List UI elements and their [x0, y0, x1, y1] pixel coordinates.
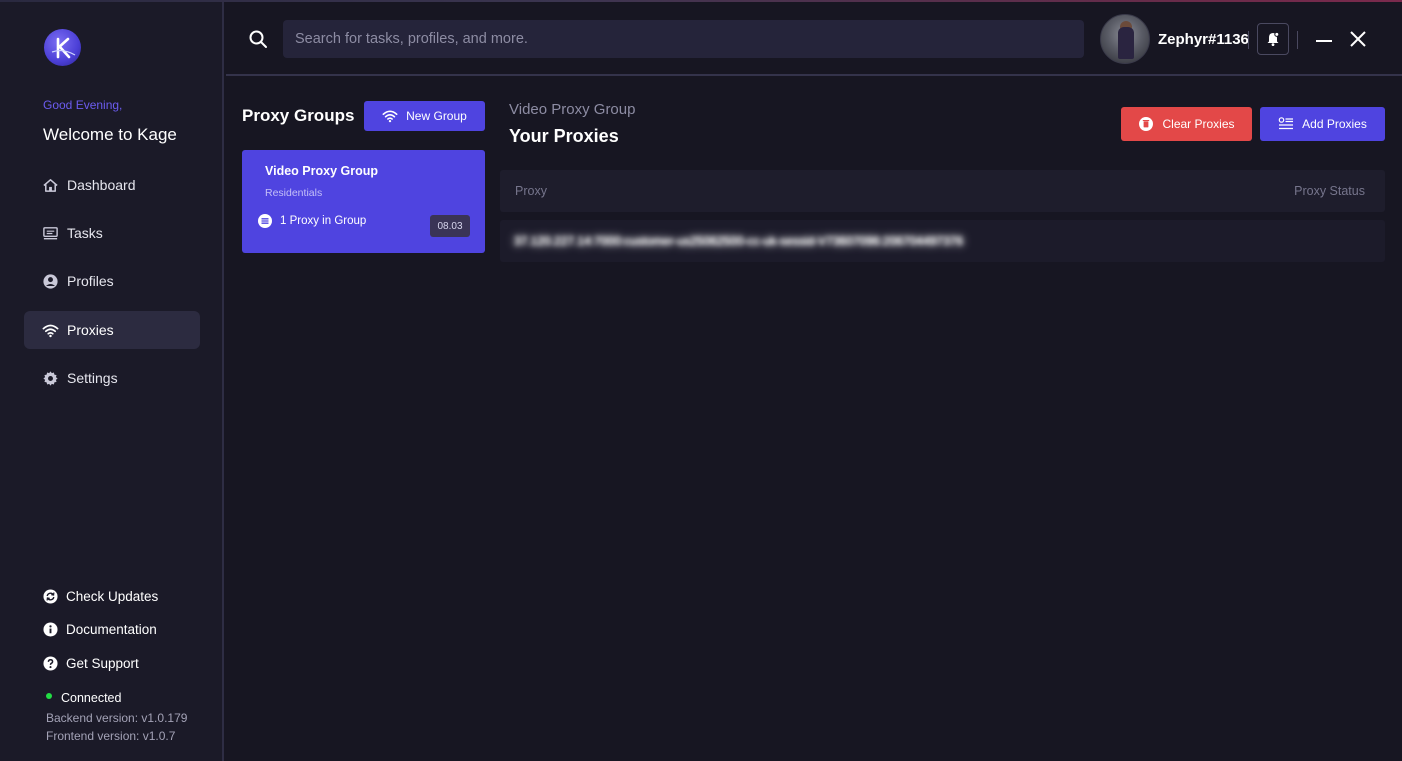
sidebar-item-label: Profiles [67, 273, 114, 289]
frontend-version: Frontend version: v1.0.7 [46, 729, 176, 743]
search-icon[interactable] [248, 29, 268, 49]
check-updates-label: Check Updates [66, 588, 159, 604]
home-icon [42, 177, 59, 194]
new-group-label: New Group [406, 109, 467, 123]
sidebar-item-label: Tasks [67, 225, 103, 241]
avatar[interactable] [1100, 14, 1150, 64]
top-bar: Zephyr#1136 [226, 2, 1402, 76]
sidebar-item-proxies[interactable]: Proxies [24, 311, 200, 349]
refresh-icon [43, 588, 58, 604]
new-group-button[interactable]: New Group [364, 101, 485, 131]
status-dot-icon [46, 693, 52, 699]
divider [1297, 31, 1298, 49]
group-badge: 08.03 [430, 215, 470, 237]
kage-logo-icon[interactable] [44, 29, 81, 66]
search-input[interactable] [283, 20, 1084, 58]
table-row[interactable]: 37.120.227.14:7000:customer-us25062500-c… [500, 220, 1385, 262]
trash-icon [1138, 116, 1154, 132]
get-support-link[interactable]: Get Support [43, 653, 139, 673]
minimize-button[interactable] [1314, 29, 1334, 49]
add-proxies-label: Add Proxies [1302, 117, 1367, 131]
page-title: Your Proxies [509, 126, 619, 146]
proxy-table-header: Proxy Proxy Status [500, 170, 1385, 212]
bell-icon [1267, 31, 1280, 46]
sidebar-item-label: Proxies [67, 322, 114, 338]
username: Zephyr#1136 [1158, 31, 1249, 48]
documentation-link[interactable]: Documentation [43, 619, 157, 639]
wifi-icon [382, 108, 398, 124]
gear-icon [42, 370, 59, 387]
greeting-text: Good Evening, [43, 98, 123, 112]
profile-icon [42, 273, 59, 290]
get-support-label: Get Support [66, 655, 139, 671]
close-icon [1350, 31, 1366, 47]
sidebar-item-settings[interactable]: Settings [24, 359, 200, 397]
selected-group-name: Video Proxy Group [509, 101, 636, 118]
sidebar: Good Evening, Welcome to Kage Dashboard … [0, 2, 224, 761]
notifications-button[interactable] [1257, 23, 1289, 55]
proxy-groups-title: Proxy Groups [242, 106, 355, 125]
backend-version: Backend version: v1.0.179 [46, 711, 188, 725]
group-count: 1 Proxy in Group [258, 214, 366, 228]
group-name: Video Proxy Group [265, 164, 378, 178]
clear-proxies-label: Clear Proxies [1162, 117, 1235, 131]
clear-proxies-button[interactable]: Clear Proxies [1121, 107, 1252, 141]
sidebar-item-label: Settings [67, 370, 118, 386]
divider [1248, 31, 1249, 49]
sidebar-item-dashboard[interactable]: Dashboard [24, 166, 200, 204]
documentation-label: Documentation [66, 621, 157, 637]
welcome-text: Welcome to Kage [43, 125, 177, 144]
connection-status: Connected [46, 691, 121, 705]
column-header-proxy: Proxy [515, 184, 547, 198]
minimize-icon [1316, 40, 1332, 42]
close-button[interactable] [1348, 29, 1368, 49]
check-updates-link[interactable]: Check Updates [43, 586, 158, 606]
status-label: Connected [61, 691, 122, 705]
add-proxies-button[interactable]: Add Proxies [1260, 107, 1385, 141]
column-header-status: Proxy Status [1294, 184, 1365, 198]
sidebar-item-profiles[interactable]: Profiles [24, 262, 200, 300]
avatar-figure [1118, 27, 1134, 59]
list-icon [258, 214, 272, 228]
sidebar-item-tasks[interactable]: Tasks [24, 214, 200, 252]
wifi-icon [42, 322, 59, 339]
group-count-label: 1 Proxy in Group [280, 215, 367, 227]
proxy-group-card[interactable]: Video Proxy Group Residentials 1 Proxy i… [242, 150, 485, 253]
help-icon [43, 655, 58, 671]
group-type: Residentials [265, 187, 323, 199]
app-window: Good Evening, Welcome to Kage Dashboard … [0, 0, 1402, 761]
proxy-value: 37.120.227.14:7000:customer-us25062500-c… [514, 234, 963, 248]
info-icon [43, 621, 58, 637]
tasks-icon [42, 225, 59, 242]
add-list-icon [1278, 116, 1294, 132]
sidebar-item-label: Dashboard [67, 177, 136, 193]
